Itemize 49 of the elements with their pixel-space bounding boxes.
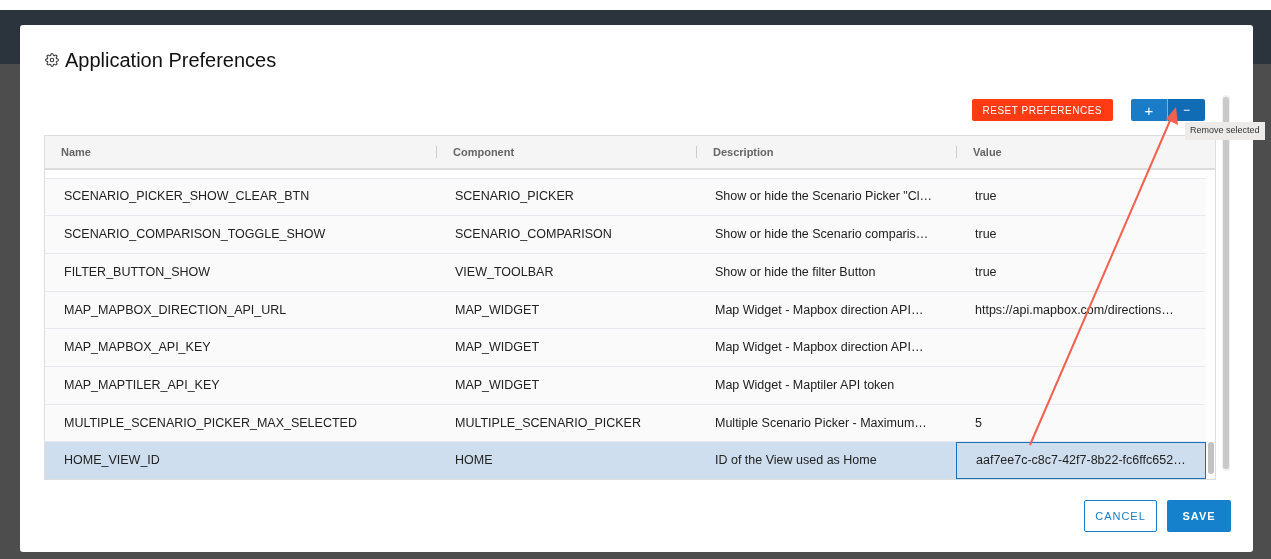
- table-row[interactable]: MULTIPLE_SCENARIO_PICKER_MAX_SELECTED MULTIPLE_SCENARIO_PICKER Multiple Scenario Picker - Maximum… 5: [45, 403, 1206, 442]
- table-cell-text: true: [975, 263, 997, 281]
- column-header[interactable]: Name: [45, 143, 91, 160]
- table-row[interactable]: SCENARIO_PICKER_SHOW_CLEAR_BTN SCENARIO_PICKER Show or hide the Scenario Picker "Cl… true: [45, 177, 1206, 216]
- table-cell-text: Multiple Scenario Picker - Maximum…: [715, 414, 927, 432]
- table-cell-text: FILTER_BUTTON_SHOW: [64, 263, 211, 281]
- table-cell-text: ID of the View used as Home: [715, 452, 877, 470]
- table-cell-text: SCENARIO_COMPARISON_TOGGLE_SHOW: [64, 226, 326, 244]
- table-cell-text: SCENARIO_PICKER_SHOW_CLEAR_BTN: [64, 188, 310, 206]
- table-row[interactable]: HOME_VIEW_ID HOME ID of the View used as Home aaf7ee7c-c8c7-42f7-8b22-fc6ffc652…: [45, 441, 1206, 479]
- table-cell-text: HOME_VIEW_ID: [64, 452, 160, 470]
- table-cell-text: MAP_WIDGET: [455, 339, 540, 357]
- table-cell-text: SCENARIO_COMPARISON: [455, 226, 612, 244]
- add-button[interactable]: +: [1131, 99, 1168, 121]
- table-cell-text: Map Widget - Mapbox direction API…: [715, 301, 924, 319]
- cancel-button[interactable]: CANCEL: [1084, 500, 1157, 532]
- settings-icon: [45, 53, 59, 67]
- table-cell-text: MAP_MAPBOX_API_KEY: [64, 339, 211, 357]
- reset-preferences-button[interactable]: RESET PREFERENCES: [971, 99, 1113, 121]
- table-cell-text: Show or hide the Scenario Picker "Cl…: [715, 188, 933, 206]
- column-header[interactable]: Value: [973, 143, 1002, 160]
- dialog-title: Application Preferences: [65, 48, 277, 73]
- table-row[interactable]: MAP_MAPBOX_API_KEY MAP_WIDGET Map Widget - Mapbox direction API…: [45, 328, 1206, 366]
- table-cell-text: aaf7ee7c-c8c7-42f7-8b22-fc6ffc652…: [976, 452, 1186, 470]
- table-cell-text: SCENARIO_PICKER: [455, 188, 574, 206]
- table-cell-text: HOME: [455, 452, 493, 470]
- column-header[interactable]: Component: [453, 143, 515, 160]
- table-cell-text: MAP_WIDGET: [455, 301, 540, 319]
- table-cell-text: true: [975, 226, 997, 244]
- column-header[interactable]: Description: [713, 143, 774, 160]
- table-row[interactable]: MAP_MAPTILER_API_KEY MAP_WIDGET Map Widget - Maptiler API token: [45, 365, 1206, 404]
- table-row[interactable]: SCENARIO_COMPARISON_TOGGLE_SHOW SCENARIO_COMPARISON Show or hide the Scenario comparis… true: [45, 215, 1206, 253]
- table-cell-text: MAP_MAPBOX_DIRECTION_API_URL: [64, 301, 287, 319]
- table-cell-text: Map Widget - Maptiler API token: [715, 376, 895, 394]
- table-cell-text: MULTIPLE_SCENARIO_PICKER_MAX_SELECTED: [64, 414, 357, 432]
- table-cell-text: Show or hide the Scenario comparis…: [715, 226, 929, 244]
- tooltip: Remove selected: [1185, 122, 1265, 140]
- table-cell-text: Map Widget - Mapbox direction API…: [715, 339, 924, 357]
- table-cell-text: MULTIPLE_SCENARIO_PICKER: [455, 414, 641, 432]
- table-cell-text: MAP_MAPTILER_API_KEY: [64, 376, 220, 394]
- table-cell-text: MAP_WIDGET: [455, 376, 540, 394]
- table-row[interactable]: FILTER_BUTTON_SHOW VIEW_TOOLBAR Show or hide the filter Button true: [45, 252, 1206, 291]
- remove-button[interactable]: −: [1168, 99, 1205, 121]
- scrollbar-thumb[interactable]: [1207, 441, 1214, 474]
- table-cell-text: true: [975, 188, 997, 206]
- table-cell-text: VIEW_TOOLBAR: [455, 263, 554, 281]
- table-cell-text: Show or hide the filter Button: [715, 263, 876, 281]
- save-button[interactable]: SAVE: [1167, 500, 1231, 532]
- table-cell-text: 5: [975, 414, 982, 432]
